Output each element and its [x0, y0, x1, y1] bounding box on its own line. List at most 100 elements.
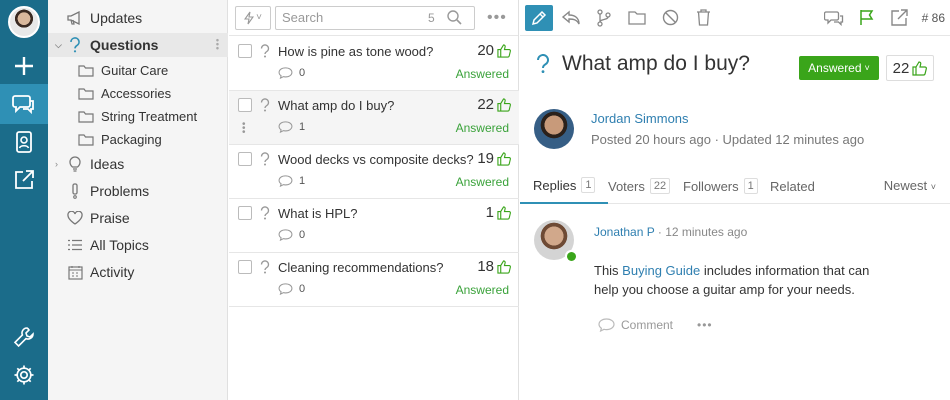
list-item-title[interactable]: What amp do I buy? — [278, 98, 394, 113]
megaphone-icon — [66, 11, 84, 25]
tools-button[interactable] — [0, 317, 48, 357]
buying-guide-link[interactable]: Buying Guide — [622, 263, 700, 278]
flag-button[interactable] — [852, 4, 882, 32]
nav-sub-packaging[interactable]: Packaging — [78, 129, 162, 149]
list-item-title[interactable]: Cleaning recommendations? — [278, 260, 443, 275]
topics-nav: Updates ⌵ Questions • • • Guitar Care Acce… — [48, 0, 228, 400]
list-item[interactable]: How is pine as tone wood? 20 0 Answered — [229, 37, 519, 91]
vote-button[interactable]: 22 — [886, 55, 934, 81]
drag-handle-icon[interactable]: • • • — [242, 120, 246, 138]
list-toolbar: ˅ 5 ••• — [229, 0, 518, 36]
conversations-button[interactable] — [0, 84, 48, 124]
status-badge: Answered — [455, 121, 509, 135]
list-item[interactable]: What amp do I buy? 22 1 Answered • • • — [229, 91, 519, 145]
list-item[interactable]: Wood decks vs composite decks? 19 1 Answere… — [229, 145, 519, 199]
vote-count: 22 — [477, 96, 494, 113]
pencil-icon — [531, 10, 547, 25]
more-options-icon[interactable]: ••• — [487, 9, 507, 27]
tab-label: Voters — [608, 178, 645, 194]
nav-sub-label: Accessories — [101, 85, 172, 101]
merge-button[interactable] — [589, 4, 619, 32]
nav-sub-string-treatment[interactable]: String Treatment — [78, 106, 197, 126]
list-item-votes[interactable]: 18 — [477, 258, 511, 275]
tab-count-badge: 1 — [581, 177, 596, 193]
more-vertical-icon[interactable]: • • • — [216, 36, 219, 53]
topic-detail-pane: # 86 What amp do I buy? Answered ˅ 22 Jo… — [520, 0, 950, 400]
internal-note-button[interactable] — [819, 4, 849, 32]
chat-bubbles-icon — [12, 95, 34, 115]
chevron-down-icon[interactable]: ⌵ — [55, 40, 62, 51]
app-rail — [0, 0, 48, 400]
posted-timestamp: Posted 20 hours ago · Updated 12 minutes… — [591, 132, 865, 147]
question-icon — [66, 37, 84, 53]
comment-button[interactable]: Comment — [621, 318, 673, 332]
list-item-votes[interactable]: 19 — [477, 150, 511, 167]
nav-sub-guitar-care[interactable]: Guitar Care — [78, 60, 168, 80]
list-item[interactable]: What is HPL? 1 0 — [229, 199, 519, 253]
new-item-button[interactable] — [0, 46, 48, 86]
author-avatar[interactable] — [534, 109, 574, 149]
nav-praise-label: Praise — [90, 210, 130, 226]
row-checkbox[interactable] — [238, 260, 252, 274]
open-external-button[interactable] — [885, 4, 915, 32]
vote-count: 18 — [477, 258, 494, 275]
comment-count: 1 — [299, 121, 306, 133]
row-checkbox[interactable] — [238, 206, 252, 220]
list-item[interactable]: Cleaning recommendations? 18 0 Answered — [229, 253, 519, 307]
search-input[interactable] — [282, 10, 422, 25]
reply-author-name[interactable]: Jonathan P — [594, 225, 655, 239]
lightning-icon — [244, 11, 255, 24]
status-label: Answered — [808, 61, 862, 75]
filter-dropdown[interactable]: ˅ — [235, 5, 271, 30]
nav-activity[interactable]: Activity — [48, 260, 228, 284]
nav-questions[interactable]: ⌵ Questions • • • — [48, 33, 228, 57]
nav-updates[interactable]: Updates — [48, 6, 228, 30]
delete-button[interactable] — [688, 4, 718, 32]
nav-updates-label: Updates — [90, 10, 143, 26]
status-dropdown[interactable]: Answered ˅ — [799, 56, 879, 80]
chevron-right-icon[interactable]: › — [55, 159, 58, 169]
nav-sub-label: Guitar Care — [101, 62, 169, 78]
row-checkbox[interactable] — [238, 44, 252, 58]
reply-button[interactable] — [556, 4, 586, 32]
nav-all-topics[interactable]: All Topics — [48, 233, 228, 257]
folder-icon — [628, 11, 646, 25]
tab-replies[interactable]: Replies 1 — [520, 168, 609, 204]
compose-button[interactable] — [0, 160, 48, 200]
list-item-votes[interactable]: 22 — [477, 96, 511, 113]
row-checkbox[interactable] — [238, 152, 252, 166]
topic-list-pane: ˅ 5 ••• How is pine as tone wood? 20 0 Answ… — [229, 0, 519, 400]
sort-dropdown[interactable]: Newest ˅ — [884, 178, 936, 193]
nav-sub-label: String Treatment — [101, 108, 198, 124]
more-options-icon[interactable]: ••• — [697, 318, 713, 332]
list-item-title[interactable]: Wood decks vs composite decks? — [278, 152, 474, 167]
question-icon — [260, 206, 270, 220]
spam-button[interactable] — [655, 4, 685, 32]
detail-toolbar: # 86 — [520, 0, 950, 36]
reply-text-before: This — [594, 263, 623, 278]
contacts-button[interactable] — [0, 122, 48, 162]
user-avatar[interactable] — [8, 6, 40, 38]
search-field[interactable]: 5 — [275, 5, 475, 30]
comment-count: 0 — [299, 283, 306, 295]
move-button[interactable] — [622, 4, 652, 32]
chevron-down-icon: ˅ — [864, 63, 870, 73]
flag-icon — [860, 10, 874, 25]
author-name[interactable]: Jordan Simmons — [591, 111, 689, 126]
nav-ideas[interactable]: › Ideas — [48, 152, 228, 176]
nav-praise[interactable]: Praise — [48, 206, 228, 230]
nav-sub-accessories[interactable]: Accessories — [78, 83, 171, 103]
row-checkbox[interactable] — [238, 98, 252, 112]
tab-followers[interactable]: Followers 1 — [683, 168, 758, 204]
settings-button[interactable] — [0, 355, 48, 395]
list-item-title[interactable]: How is pine as tone wood? — [278, 44, 433, 59]
nav-problems[interactable]: Problems — [48, 179, 228, 203]
list-item-votes[interactable]: 20 — [477, 42, 511, 59]
reply-time: 12 minutes ago — [665, 225, 748, 239]
list-item-votes[interactable]: 1 — [486, 204, 511, 221]
edit-button[interactable] — [525, 4, 553, 31]
tab-voters[interactable]: Voters 22 — [608, 168, 671, 204]
tab-related[interactable]: Related — [770, 168, 815, 204]
vote-count: 22 — [892, 59, 910, 77]
list-item-title[interactable]: What is HPL? — [278, 206, 357, 221]
